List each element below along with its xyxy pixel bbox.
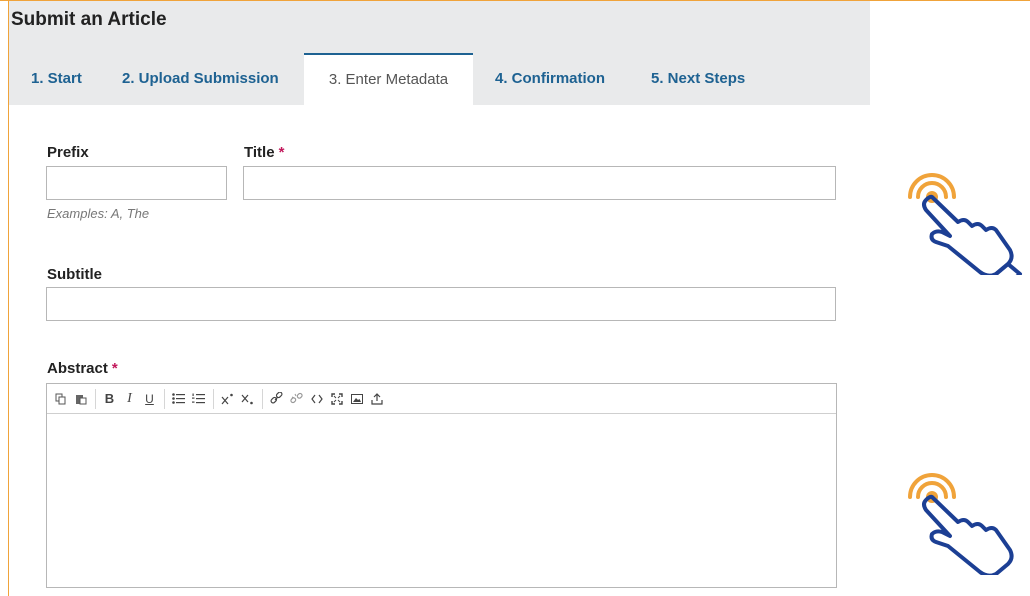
prefix-input[interactable] [46,166,227,200]
prefix-hint: Examples: A, The [47,206,150,221]
superscript-icon[interactable] [218,388,237,410]
subscript-icon[interactable] [238,388,257,410]
toolbar-divider [262,388,263,409]
title-label-text: Title [244,144,275,161]
numbered-list-icon[interactable] [189,388,208,410]
title-required-mark: * [278,144,285,161]
toolbar-divider [164,388,165,409]
copy-icon[interactable] [51,388,70,410]
unlink-icon[interactable] [287,388,306,410]
page-title: Submit an Article [11,9,167,30]
image-icon[interactable] [347,388,366,410]
abstract-textarea[interactable] [47,415,836,587]
subtitle-label: Subtitle [47,266,102,283]
italic-icon[interactable]: I [120,388,139,410]
tab-enter-metadata[interactable]: 3. Enter Metadata [304,53,473,105]
abstract-editor: B I U [46,383,837,588]
title-label: Title * [244,144,284,161]
abstract-label: Abstract * [47,360,118,377]
paste-icon[interactable] [71,388,90,410]
tap-hand-icon [908,173,1022,275]
tap-hand-icon [908,473,1014,575]
bold-icon[interactable]: B [100,388,119,410]
prefix-label: Prefix [47,144,89,161]
underline-icon[interactable]: U [140,388,159,410]
tab-start[interactable]: 1. Start [31,53,82,105]
bullet-list-icon[interactable] [169,388,188,410]
abstract-required-mark: * [111,360,118,377]
submission-header: Submit an Article 1. Start 2. Upload Sub… [9,1,870,105]
prefix-label-text: Prefix [47,144,89,161]
editor-toolbar: B I U [47,384,836,414]
tab-next-steps[interactable]: 5. Next Steps [651,53,745,105]
code-icon[interactable] [307,388,326,410]
upload-icon[interactable] [367,388,386,410]
title-input[interactable] [243,166,836,200]
wizard-tabs: 1. Start 2. Upload Submission 3. Enter M… [9,53,870,105]
toolbar-divider [95,388,96,409]
subtitle-input[interactable] [46,287,836,321]
toolbar-divider [213,388,214,409]
fullscreen-icon[interactable] [327,388,346,410]
link-icon[interactable] [267,388,286,410]
abstract-label-text: Abstract [47,360,108,377]
tab-confirmation[interactable]: 4. Confirmation [495,53,605,105]
tab-upload-submission[interactable]: 2. Upload Submission [122,53,279,105]
subtitle-label-text: Subtitle [47,266,102,283]
